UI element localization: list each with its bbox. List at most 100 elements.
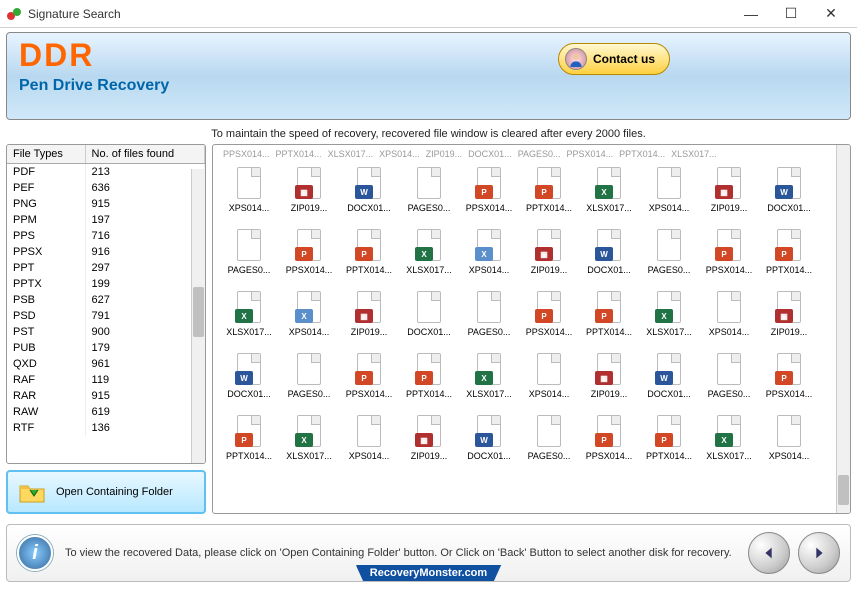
file-item[interactable]: WDOCX01...: [759, 165, 819, 223]
file-item[interactable]: XPS014...: [219, 165, 279, 223]
xlsx-file-icon: X: [593, 165, 625, 201]
file-item[interactable]: PPPTX014...: [759, 227, 819, 285]
file-item[interactable]: XPS014...: [339, 413, 399, 471]
file-item[interactable]: ▦ZIP019...: [519, 227, 579, 285]
file-item[interactable]: ▦ZIP019...: [399, 413, 459, 471]
file-item[interactable]: WDOCX01...: [459, 413, 519, 471]
file-item[interactable]: XPS014...: [699, 289, 759, 347]
file-item[interactable]: XPS014...: [639, 165, 699, 223]
file-item[interactable]: XXLSX017...: [699, 413, 759, 471]
table-row[interactable]: RAR915: [7, 388, 205, 404]
file-item[interactable]: PAGES0...: [399, 165, 459, 223]
table-row[interactable]: PSB627: [7, 292, 205, 308]
file-item[interactable]: PAGES0...: [279, 351, 339, 409]
file-item[interactable]: WDOCX01...: [579, 227, 639, 285]
col-header-type[interactable]: File Types: [7, 145, 85, 164]
left-scroll-thumb[interactable]: [193, 287, 204, 337]
right-scrollbar[interactable]: [836, 145, 850, 513]
file-item[interactable]: PPPSX014...: [519, 289, 579, 347]
file-item[interactable]: PAGES0...: [699, 351, 759, 409]
file-item[interactable]: PPPTX014...: [219, 413, 279, 471]
file-item[interactable]: PPPSX014...: [279, 227, 339, 285]
table-row[interactable]: RTF136: [7, 420, 205, 436]
file-item[interactable]: XPS014...: [519, 351, 579, 409]
file-item[interactable]: WDOCX01...: [639, 351, 699, 409]
right-scroll-thumb[interactable]: [838, 475, 849, 505]
file-item[interactable]: XXLSX017...: [279, 413, 339, 471]
file-name: XLSX017...: [640, 327, 698, 337]
file-name: ZIP019...: [340, 327, 398, 337]
page-file-icon: [653, 227, 685, 263]
file-item[interactable]: PPPTX014...: [519, 165, 579, 223]
table-row[interactable]: PPT297: [7, 260, 205, 276]
file-name: PPTX014...: [580, 327, 638, 337]
table-row[interactable]: PEF636: [7, 180, 205, 196]
file-name: XPS014...: [640, 203, 698, 213]
left-scrollbar[interactable]: [191, 169, 205, 463]
pptx-file-icon: P: [533, 289, 565, 325]
table-row[interactable]: RAW619: [7, 404, 205, 420]
file-item[interactable]: XXLSX017...: [459, 351, 519, 409]
file-item[interactable]: PPPSX014...: [579, 413, 639, 471]
file-item[interactable]: PAGES0...: [219, 227, 279, 285]
minimize-button[interactable]: —: [731, 2, 771, 26]
cell-type: PPSX: [7, 244, 85, 260]
file-item[interactable]: XPS014...: [759, 413, 819, 471]
file-item[interactable]: XXPS014...: [459, 227, 519, 285]
file-name: ZIP019...: [280, 203, 338, 213]
cell-count: 199: [85, 276, 204, 292]
file-item[interactable]: DOCX01...: [399, 289, 459, 347]
open-containing-folder-button[interactable]: Open Containing Folder: [6, 470, 206, 514]
file-name: DOCX01...: [580, 265, 638, 275]
table-row[interactable]: PPSX916: [7, 244, 205, 260]
table-row[interactable]: PUB179: [7, 340, 205, 356]
file-item[interactable]: XXPS014...: [279, 289, 339, 347]
table-row[interactable]: QXD961: [7, 356, 205, 372]
table-row[interactable]: PDF213: [7, 164, 205, 181]
file-grid-pane: PPSX014...PPTX014...XLSX017...XPS014...Z…: [212, 144, 851, 514]
file-item[interactable]: PPPSX014...: [339, 351, 399, 409]
col-header-count[interactable]: No. of files found: [85, 145, 204, 164]
xlsx-file-icon: X: [473, 351, 505, 387]
table-row[interactable]: PPS716: [7, 228, 205, 244]
file-item[interactable]: PPPTX014...: [339, 227, 399, 285]
file-item[interactable]: PPPTX014...: [639, 413, 699, 471]
file-name: PPTX014...: [220, 451, 278, 461]
file-item[interactable]: PPPTX014...: [399, 351, 459, 409]
cell-count: 619: [85, 404, 204, 420]
file-item[interactable]: XXLSX017...: [639, 289, 699, 347]
file-item[interactable]: PPPTX014...: [579, 289, 639, 347]
cell-count: 915: [85, 388, 204, 404]
file-item[interactable]: PAGES0...: [639, 227, 699, 285]
close-button[interactable]: ✕: [811, 2, 851, 26]
next-button[interactable]: [798, 532, 840, 574]
file-item[interactable]: XXLSX017...: [579, 165, 639, 223]
table-row[interactable]: PST900: [7, 324, 205, 340]
file-item[interactable]: XXLSX017...: [219, 289, 279, 347]
xlsx-file-icon: X: [413, 227, 445, 263]
back-button[interactable]: [748, 532, 790, 574]
table-row[interactable]: PSD791: [7, 308, 205, 324]
file-item[interactable]: ▦ZIP019...: [579, 351, 639, 409]
file-item[interactable]: XXLSX017...: [399, 227, 459, 285]
file-item[interactable]: ▦ZIP019...: [699, 165, 759, 223]
table-row[interactable]: PPTX199: [7, 276, 205, 292]
file-item[interactable]: PAGES0...: [459, 289, 519, 347]
info-icon: i: [17, 535, 53, 571]
file-item[interactable]: WDOCX01...: [219, 351, 279, 409]
maximize-button[interactable]: ☐: [771, 2, 811, 26]
footer-bar: i To view the recovered Data, please cli…: [6, 524, 851, 582]
file-item[interactable]: PPPSX014...: [699, 227, 759, 285]
file-item[interactable]: ▦ZIP019...: [279, 165, 339, 223]
table-row[interactable]: RAF119: [7, 372, 205, 388]
file-item[interactable]: WDOCX01...: [339, 165, 399, 223]
file-item[interactable]: ▦ZIP019...: [339, 289, 399, 347]
table-row[interactable]: PPM197: [7, 212, 205, 228]
table-row[interactable]: PNG915: [7, 196, 205, 212]
file-name: ZIP019...: [400, 451, 458, 461]
file-item[interactable]: PAGES0...: [519, 413, 579, 471]
contact-us-button[interactable]: Contact us: [558, 43, 670, 75]
file-item[interactable]: ▦ZIP019...: [759, 289, 819, 347]
file-item[interactable]: PPPSX014...: [459, 165, 519, 223]
file-item[interactable]: PPPSX014...: [759, 351, 819, 409]
